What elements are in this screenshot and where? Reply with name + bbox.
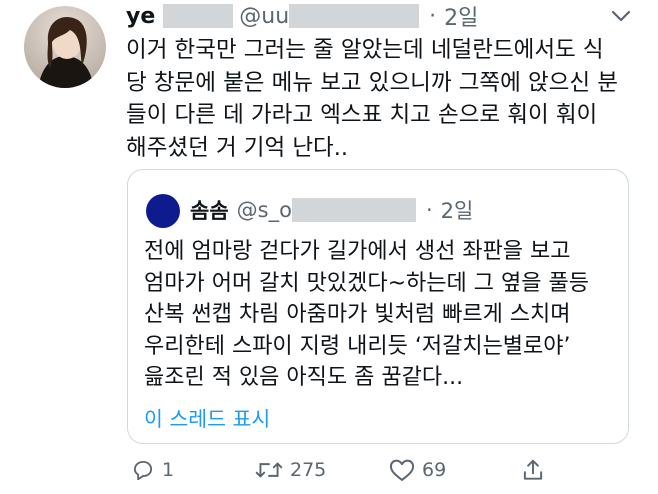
reply-button[interactable]: 1 <box>130 452 174 488</box>
quoted-author-name[interactable]: 솜솜 <box>190 195 229 225</box>
quoted-time-separator: · <box>425 198 433 222</box>
tweet-actions: 1 275 69 <box>126 452 566 488</box>
author-handle[interactable]: @uu <box>239 4 289 29</box>
author-name[interactable]: ye <box>126 4 155 29</box>
tweet-text: 이거 한국만 그러는 줄 알았는데 네덜란드에서도 식 당 창문에 붙은 메뉴 … <box>126 37 618 161</box>
like-button[interactable]: 69 <box>388 452 446 488</box>
retweet-button[interactable]: 275 <box>254 452 326 488</box>
chevron-down-icon <box>611 10 631 22</box>
heart-icon <box>389 459 415 481</box>
quoted-tweet[interactable]: 솜솜 @s_o · 2일 전에 엄마랑 걷다가 길가에서 생선 좌판을 보고 엄… <box>127 169 629 444</box>
quoted-author-handle[interactable]: @s_o <box>237 198 292 222</box>
tweet-time[interactable]: 2일 <box>444 0 478 32</box>
quoted-header: 솜솜 @s_o · 2일 <box>190 192 473 228</box>
share-icon <box>523 459 543 480</box>
tweet-header: ye @uu · 2일 <box>126 0 478 32</box>
reply-count: 1 <box>162 459 175 481</box>
like-count: 69 <box>422 459 447 481</box>
share-button[interactable] <box>520 452 546 488</box>
quoted-text: 전에 엄마랑 걷다가 길가에서 생선 좌판을 보고 엄마가 어머 갈치 맛있겠다… <box>144 239 589 390</box>
redacted-name <box>163 4 234 28</box>
user-photo-icon <box>24 6 106 88</box>
retweet-icon <box>255 462 283 478</box>
show-thread-link[interactable]: 이 스레드 표시 <box>144 402 270 432</box>
redacted-quoted-handle <box>291 198 416 222</box>
reply-icon <box>133 460 153 481</box>
quoted-time[interactable]: 2일 <box>441 195 474 225</box>
retweet-count: 275 <box>290 459 327 481</box>
time-separator: · <box>429 3 437 29</box>
avatar[interactable] <box>24 6 106 88</box>
more-menu-button[interactable] <box>608 6 634 26</box>
quoted-avatar[interactable] <box>146 194 180 228</box>
redacted-handle <box>289 4 420 28</box>
